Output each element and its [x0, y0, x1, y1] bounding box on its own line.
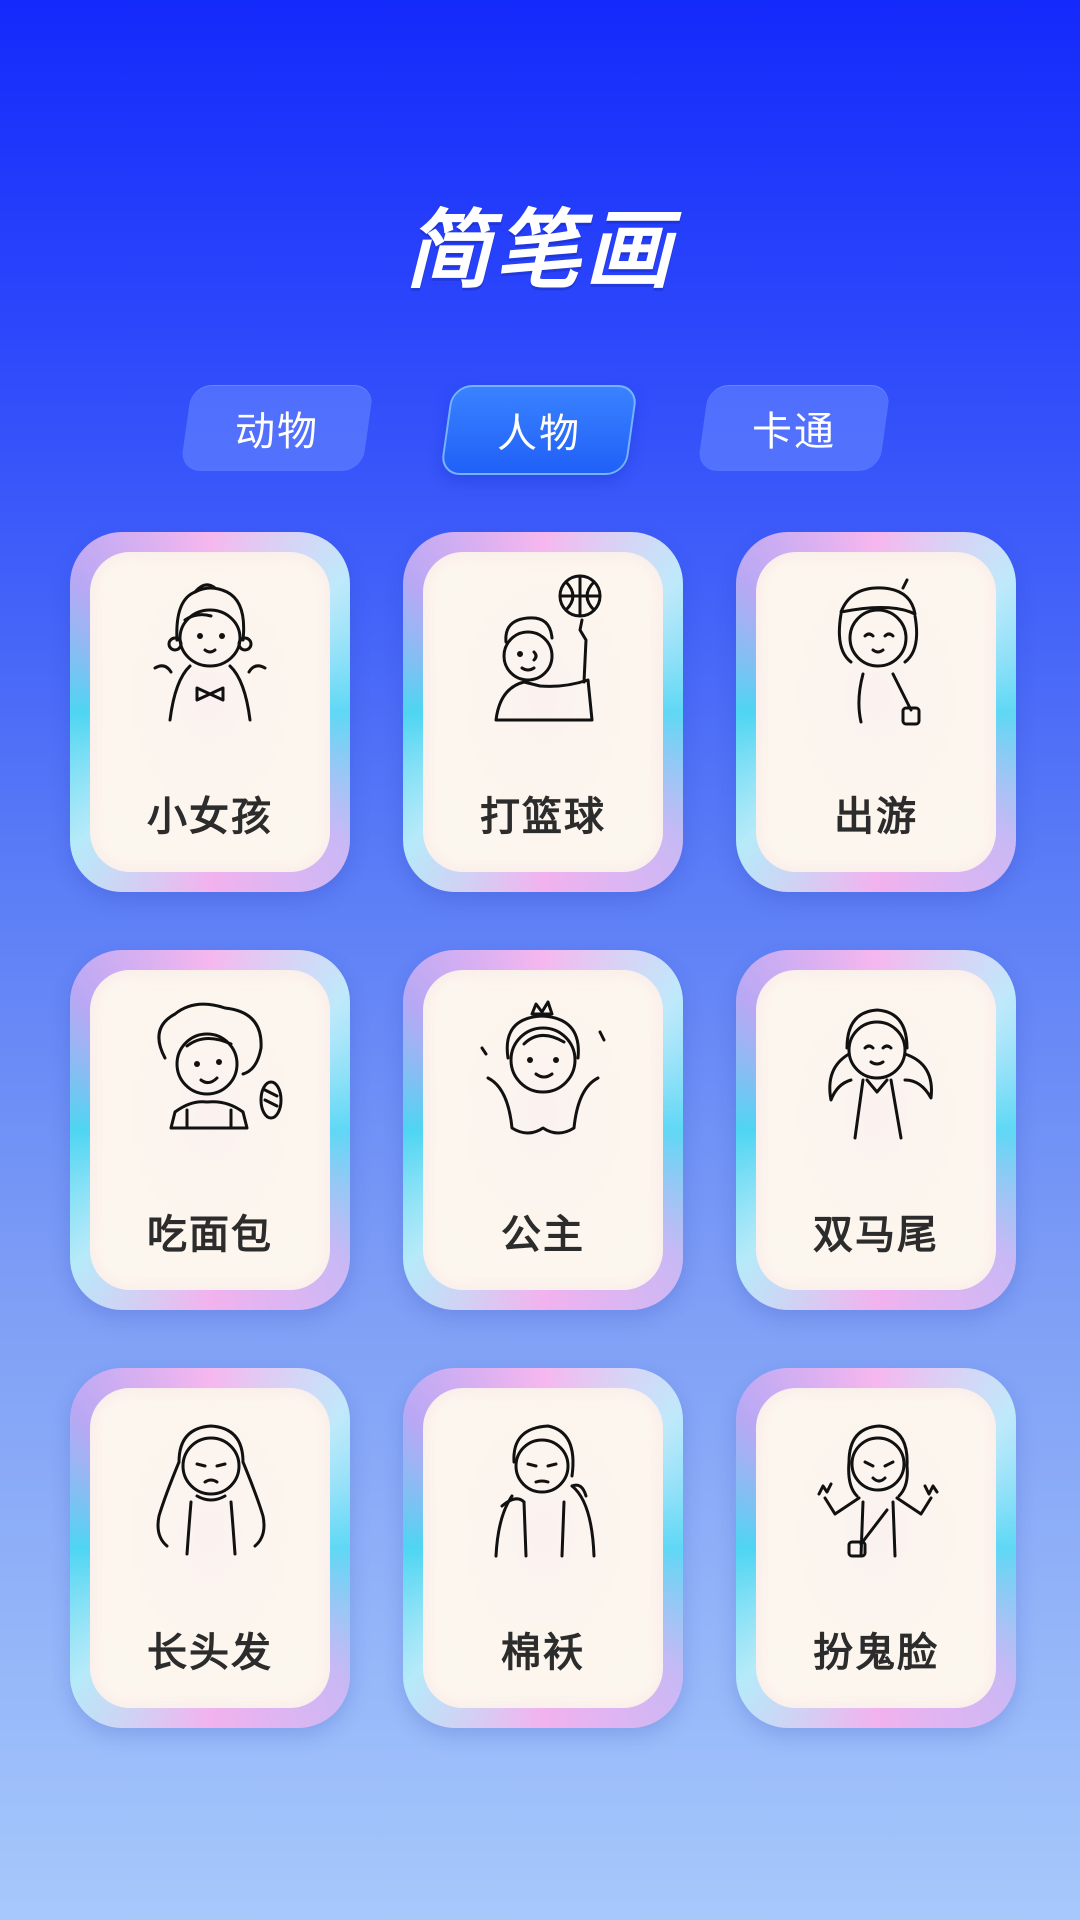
card-label: 出游 [834, 794, 918, 840]
card-inner: 公主 [423, 970, 663, 1290]
card-label: 棉袄 [501, 1630, 585, 1676]
drawing-card-eating-bread[interactable]: 吃面包 [70, 950, 350, 1310]
tab-animals[interactable]: 动物 [179, 385, 375, 471]
outing-girl-drawing-icon [837, 578, 921, 726]
card-inner: 吃面包 [90, 970, 330, 1290]
tab-label: 卡通 [752, 409, 836, 455]
drawing-card-outing[interactable]: 出游 [736, 532, 1016, 892]
funny-face-drawing-icon [817, 1424, 939, 1558]
card-inner: 出游 [756, 552, 996, 872]
card-label: 吃面包 [147, 1212, 273, 1258]
tab-people[interactable]: 人物 [439, 385, 639, 475]
card-label: 长头发 [147, 1630, 273, 1676]
tab-cartoon[interactable]: 卡通 [696, 385, 892, 471]
little-girl-drawing-icon [153, 583, 267, 722]
drawing-card-funny-face[interactable]: 扮鬼脸 [736, 1368, 1016, 1728]
cotton-jacket-drawing-icon [494, 1424, 596, 1558]
drawing-card-princess[interactable]: 公主 [403, 950, 683, 1310]
princess-drawing-icon [480, 1000, 606, 1135]
card-inner: 打篮球 [423, 552, 663, 872]
card-label: 小女孩 [147, 794, 273, 840]
long-hair-drawing-icon [156, 1424, 266, 1556]
page-title: 简笔画 [405, 201, 675, 301]
card-inner: 长头发 [90, 1388, 330, 1708]
tab-label: 动物 [235, 409, 319, 455]
category-tabs: 动物 人物 卡通 [0, 385, 1080, 475]
card-inner: 小女孩 [90, 552, 330, 872]
eating-bread-drawing-icon [157, 1002, 283, 1130]
drawing-card-basketball[interactable]: 打篮球 [403, 532, 683, 892]
drawing-card-little-girl[interactable]: 小女孩 [70, 532, 350, 892]
card-inner: 扮鬼脸 [756, 1388, 996, 1708]
card-inner: 棉袄 [423, 1388, 663, 1708]
card-label: 公主 [501, 1212, 585, 1258]
drawing-card-long-hair[interactable]: 长头发 [70, 1368, 350, 1728]
card-label: 打篮球 [480, 794, 606, 840]
card-label: 双马尾 [813, 1212, 939, 1258]
card-inner: 双马尾 [756, 970, 996, 1290]
drawing-card-twin-tails[interactable]: 双马尾 [736, 950, 1016, 1310]
card-label: 扮鬼脸 [813, 1630, 939, 1676]
drawing-card-cotton-jacket[interactable]: 棉袄 [403, 1368, 683, 1728]
twin-tails-drawing-icon [828, 1008, 933, 1140]
basketball-boy-drawing-icon [494, 574, 602, 722]
tab-label: 人物 [497, 411, 581, 457]
